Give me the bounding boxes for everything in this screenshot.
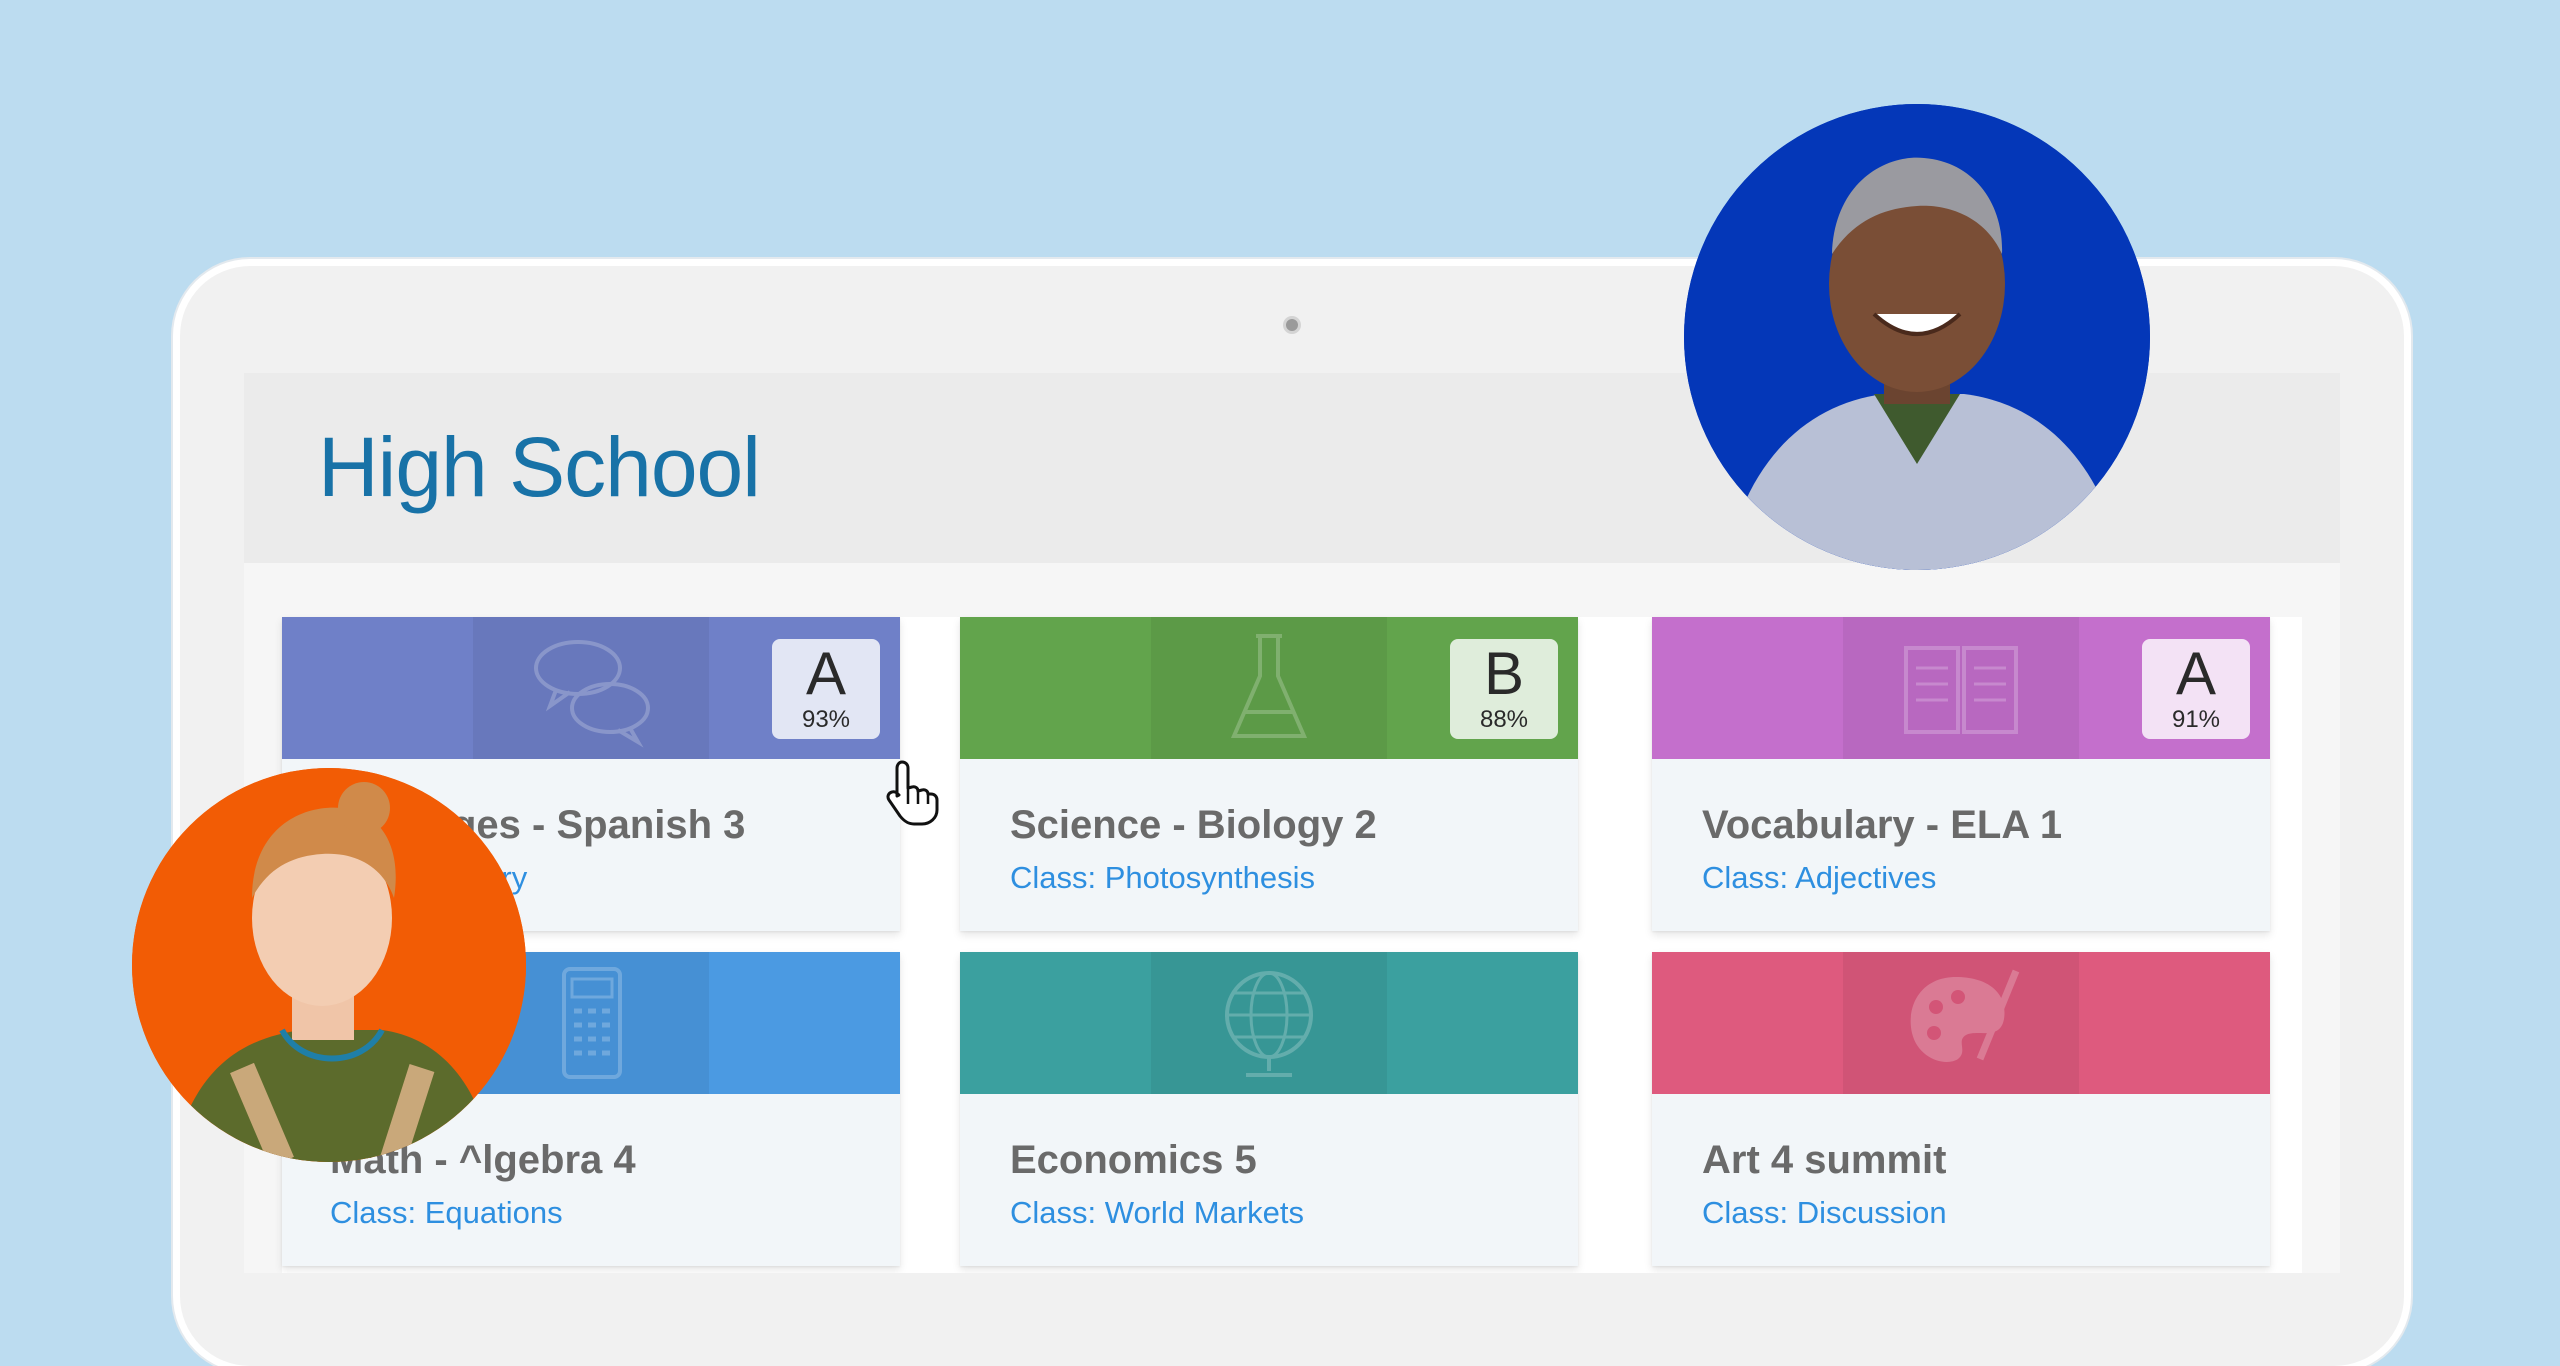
calculator-icon xyxy=(562,967,622,1079)
student-photo xyxy=(1684,104,2150,570)
course-title: Science - Biology 2 xyxy=(1010,803,1377,847)
course-class-link[interactable]: Class: Discussion xyxy=(1702,1195,1947,1231)
course-banner: A 93% xyxy=(282,617,900,759)
grade-percent: 88% xyxy=(1479,706,1529,733)
course-grid: A 93% ges - Spanish 3 ulary B 88% xyxy=(282,617,2302,1273)
course-card-biology[interactable]: B 88% Science - Biology 2 Class: Photosy… xyxy=(960,617,1578,931)
course-banner: B 88% xyxy=(960,617,1578,759)
course-title: ges - Spanish 3 xyxy=(452,803,746,847)
course-banner xyxy=(1652,952,2270,1094)
banner-art xyxy=(1151,617,1387,759)
banner-art xyxy=(1843,952,2079,1094)
hand-pointer-cursor-icon xyxy=(884,756,946,826)
book-icon xyxy=(1904,646,2018,734)
student-avatar-boy xyxy=(1684,104,2150,570)
course-title: Vocabulary - ELA 1 xyxy=(1702,803,2063,847)
grade-badge: B 88% xyxy=(1450,639,1558,739)
banner-art xyxy=(1843,617,2079,759)
course-banner xyxy=(960,952,1578,1094)
grade-letter: A xyxy=(2175,640,2217,707)
course-class-link[interactable]: Class: Equations xyxy=(330,1195,563,1231)
flask-icon xyxy=(1230,634,1308,738)
speech-bubbles-icon xyxy=(534,640,650,748)
grade-badge: A 93% xyxy=(772,639,880,739)
page-title: High School xyxy=(318,420,761,514)
course-title: Economics 5 xyxy=(1010,1138,1257,1182)
grade-letter: B xyxy=(1483,640,1525,707)
paint-palette-icon xyxy=(1910,969,2020,1062)
course-class-link[interactable]: Class: Photosynthesis xyxy=(1010,860,1315,896)
course-card-vocabulary[interactable]: A 91% Vocabulary - ELA 1 Class: Adjectiv… xyxy=(1652,617,2270,931)
grade-letter: A xyxy=(805,640,847,707)
banner-art xyxy=(473,617,709,759)
course-banner: A 91% xyxy=(1652,617,2270,759)
course-title: Art 4 summit xyxy=(1702,1138,1947,1182)
grade-percent: 93% xyxy=(801,706,851,733)
grade-badge: A 91% xyxy=(2142,639,2250,739)
course-card-art[interactable]: Art 4 summit Class: Discussion xyxy=(1652,952,2270,1266)
grade-percent: 91% xyxy=(2171,706,2221,733)
student-avatar-girl xyxy=(132,768,526,1162)
course-class-link[interactable]: Class: Adjectives xyxy=(1702,860,1936,896)
student-photo xyxy=(132,768,526,1162)
course-card-economics[interactable]: Economics 5 Class: World Markets xyxy=(960,952,1578,1266)
camera-dot xyxy=(1286,319,1298,331)
globe-icon xyxy=(1225,971,1313,1077)
banner-art xyxy=(1151,952,1387,1094)
course-class-link[interactable]: Class: World Markets xyxy=(1010,1195,1304,1231)
